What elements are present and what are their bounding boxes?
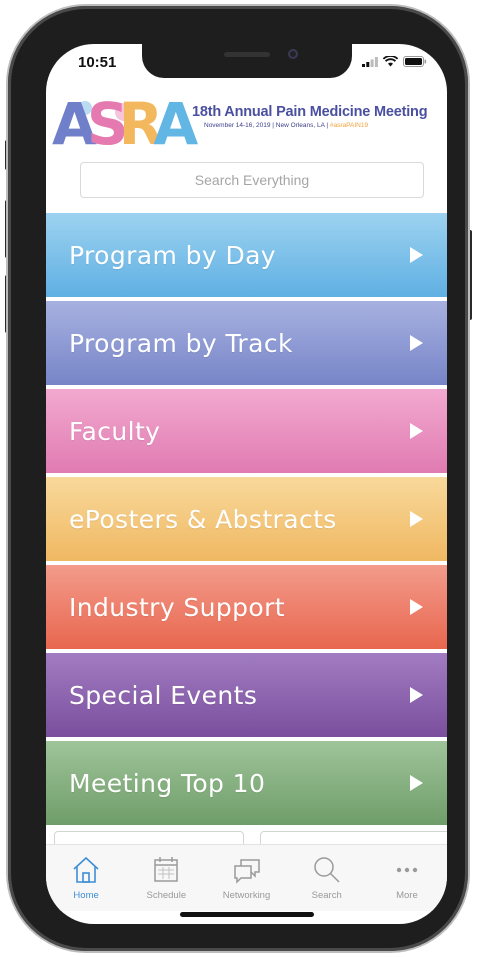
menu-item-label: Program by Day	[69, 240, 277, 270]
menu-item-label: Special Events	[69, 680, 258, 710]
menu-item-industry-support[interactable]: Industry Support	[46, 565, 447, 649]
menu-item-label: Industry Support	[69, 592, 286, 622]
menu-item-faculty[interactable]: Faculty	[46, 389, 447, 473]
status-icons	[362, 56, 427, 67]
play-arrow-icon	[410, 687, 423, 703]
speaker-grille	[224, 52, 270, 57]
tab-search[interactable]: Search	[287, 845, 367, 911]
menu-item-label: ePosters & Abstracts	[69, 504, 337, 534]
tab-home[interactable]: Home	[46, 845, 126, 911]
play-arrow-icon	[410, 335, 423, 351]
search-bar[interactable]	[80, 162, 424, 198]
app-screen: 10:51 ASRA 18th Annual Pain Medicine Mee…	[46, 44, 447, 924]
front-camera	[288, 49, 298, 59]
tab-more[interactable]: More	[367, 845, 447, 911]
play-arrow-icon	[410, 599, 423, 615]
battery-icon	[403, 56, 427, 67]
app-header: ASRA 18th Annual Pain Medicine Meeting N…	[46, 88, 447, 150]
meeting-title: 18th Annual Pain Medicine Meeting	[192, 104, 428, 120]
phone-frame: 10:51 ASRA 18th Annual Pain Medicine Mee…	[8, 6, 468, 951]
tab-label: More	[396, 890, 418, 901]
power-button	[468, 230, 472, 320]
tab-label: Home	[73, 890, 99, 901]
chat-icon	[233, 859, 260, 884]
play-arrow-icon	[410, 247, 423, 263]
menu-item-program-by-day[interactable]: Program by Day	[46, 213, 447, 297]
notch	[142, 44, 352, 78]
signal-icon	[362, 57, 378, 67]
tab-schedule[interactable]: Schedule	[126, 845, 206, 911]
status-time: 10:51	[78, 54, 117, 71]
meeting-hashtag: #asraPAIN19	[329, 122, 369, 129]
wifi-icon	[383, 56, 398, 67]
meeting-subtitle: November 14-16, 2019 | New Orleans, LA |…	[204, 122, 368, 129]
bottom-tab-bar: Home Schedule Networking Search More	[46, 844, 447, 911]
menu-item-special-events[interactable]: Special Events	[46, 653, 447, 737]
menu-item-label: Faculty	[69, 416, 161, 446]
tab-networking[interactable]: Networking	[206, 845, 286, 911]
menu-item-program-by-track[interactable]: Program by Track	[46, 301, 447, 385]
menu-item-meeting-top-10[interactable]: Meeting Top 10	[46, 741, 447, 825]
meeting-dates-location: November 14-16, 2019 | New Orleans, LA |	[204, 122, 329, 129]
search-input[interactable]	[81, 163, 423, 197]
tab-label: Search	[311, 890, 342, 901]
svg-text:ASRA: ASRA	[52, 94, 198, 150]
menu-item-eposters-abstracts[interactable]: ePosters & Abstracts	[46, 477, 447, 561]
main-menu: Program by Day Program by Track Faculty …	[46, 213, 447, 829]
play-arrow-icon	[410, 423, 423, 439]
asra-logo: ASRA	[52, 94, 200, 150]
play-arrow-icon	[410, 511, 423, 527]
search-icon	[313, 857, 340, 883]
more-icon	[396, 867, 418, 873]
play-arrow-icon	[410, 775, 423, 791]
menu-item-label: Program by Track	[69, 328, 293, 358]
tab-label: Schedule	[146, 890, 187, 901]
home-icon	[73, 856, 99, 883]
tab-label: Networking	[222, 890, 271, 901]
menu-item-label: Meeting Top 10	[69, 768, 266, 798]
home-indicator	[180, 912, 314, 917]
calendar-icon	[154, 857, 179, 882]
